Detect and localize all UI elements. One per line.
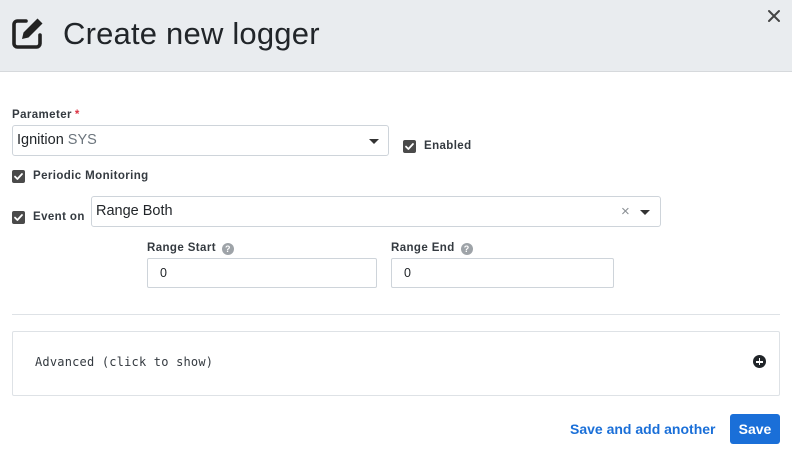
parameter-select[interactable]: Ignition SYS: [12, 125, 389, 156]
parameter-label-text: Parameter: [12, 109, 72, 121]
dialog-header: Create new logger: [0, 0, 792, 72]
edit-square-icon: [12, 18, 43, 49]
required-mark: *: [74, 109, 80, 121]
chevron-down-icon[interactable]: [369, 139, 379, 144]
save-button[interactable]: Save: [730, 414, 780, 444]
event-on-select[interactable]: Range Both ×: [91, 196, 661, 227]
event-on-select-value: Range Both: [96, 203, 173, 219]
event-on-label[interactable]: Event on: [33, 211, 85, 223]
parameter-select-value: Ignition SYS: [17, 132, 97, 148]
save-and-add-another-button[interactable]: Save and add another: [566, 414, 719, 444]
range-end-input[interactable]: [391, 258, 614, 288]
section-divider: [12, 314, 780, 315]
advanced-section-label: Advanced (click to show): [35, 355, 214, 369]
range-start-input[interactable]: [147, 258, 377, 288]
chevron-down-icon[interactable]: [640, 210, 650, 215]
event-on-checkbox[interactable]: [12, 211, 25, 224]
range-end-label: Range End?: [391, 242, 473, 255]
clear-icon[interactable]: ×: [621, 203, 630, 220]
help-icon[interactable]: ?: [221, 243, 234, 255]
advanced-section-toggle[interactable]: Advanced (click to show): [12, 331, 780, 396]
enabled-checkbox[interactable]: [403, 140, 416, 153]
plus-circle-icon[interactable]: [753, 355, 766, 368]
dialog-title: Create new logger: [63, 16, 320, 51]
close-icon[interactable]: [764, 6, 784, 26]
check-icon: [14, 214, 23, 221]
parameter-value-unit: SYS: [67, 132, 97, 148]
parameter-label: Parameter *: [12, 109, 80, 121]
range-start-label: Range Start?: [147, 242, 234, 255]
help-icon[interactable]: ?: [460, 243, 473, 255]
parameter-value-name: Ignition: [17, 132, 64, 148]
range-end-label-text: Range End: [391, 242, 455, 254]
check-icon: [405, 143, 414, 150]
range-start-label-text: Range Start: [147, 242, 216, 254]
periodic-monitoring-checkbox[interactable]: [12, 170, 25, 183]
enabled-label[interactable]: Enabled: [424, 140, 472, 152]
periodic-monitoring-label[interactable]: Periodic Monitoring: [33, 170, 149, 182]
check-icon: [14, 173, 23, 180]
